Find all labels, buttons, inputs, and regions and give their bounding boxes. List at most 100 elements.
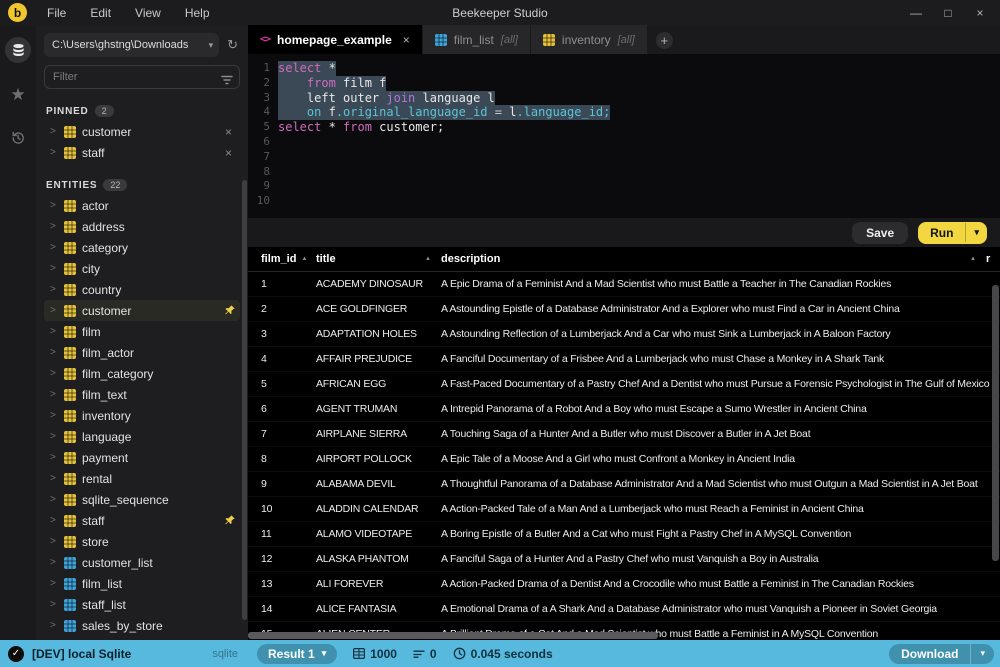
cell-description[interactable]: A Touching Saga of a Hunter And a Butler… [441,428,1000,440]
refresh-icon[interactable]: ↻ [225,37,240,53]
close-button[interactable]: × [966,4,994,22]
table-row[interactable]: 13ALI FOREVERA Action-Packed Drama of a … [248,572,1000,597]
cell-description[interactable]: A Astounding Epistle of a Database Admin… [441,303,1000,315]
filter-input[interactable] [44,65,240,89]
table-row[interactable]: 7AIRPLANE SIERRAA Touching Saga of a Hun… [248,422,1000,447]
entity-item-address[interactable]: >address [44,216,240,237]
chevron-right-icon[interactable]: > [50,599,58,610]
menu-view[interactable]: View [125,4,171,22]
unpin-icon[interactable]: × [221,125,236,139]
cell-title[interactable]: AIRPORT POLLOCK [316,453,441,465]
cell-film-id[interactable]: 12 [248,553,316,565]
cell-description[interactable]: A Action-Packed Tale of a Man And a Lumb… [441,503,1000,515]
cell-film-id[interactable]: 14 [248,603,316,615]
cell-title[interactable]: ALI FOREVER [316,578,441,590]
maximize-button[interactable]: □ [934,4,962,22]
entity-item-staff_list[interactable]: >staff_list [44,594,240,615]
cell-film-id[interactable]: 3 [248,328,316,340]
entity-item-actor[interactable]: >actor [44,195,240,216]
chevron-right-icon[interactable]: > [50,494,58,505]
table-row[interactable]: 1ACADEMY DINOSAURA Epic Drama of a Femin… [248,272,1000,297]
cell-film-id[interactable]: 6 [248,403,316,415]
column-header-description[interactable]: description ▲ [441,253,986,265]
cell-film-id[interactable]: 7 [248,428,316,440]
cell-description[interactable]: A Intrepid Panorama of a Robot And a Boy… [441,403,1000,415]
cell-title[interactable]: AFRICAN EGG [316,378,441,390]
entity-item-rental[interactable]: >rental [44,468,240,489]
cell-description[interactable]: A Epic Drama of a Feminist And a Mad Sci… [441,278,1000,290]
cell-description[interactable]: A Fanciful Saga of a Hunter And a Pastry… [441,553,1000,565]
cell-film-id[interactable]: 2 [248,303,316,315]
horizontal-scrollbar[interactable] [248,632,658,639]
save-button[interactable]: Save [852,222,908,244]
entity-item-category[interactable]: >category [44,237,240,258]
entity-item-country[interactable]: >country [44,279,240,300]
cell-title[interactable]: ALASKA PHANTOM [316,553,441,565]
cell-film-id[interactable]: 5 [248,378,316,390]
cell-description[interactable]: A Thoughtful Panorama of a Database Admi… [441,478,1000,490]
cell-film-id[interactable]: 1 [248,278,316,290]
table-row[interactable]: 14ALICE FANTASIAA Emotional Drama of a A… [248,597,1000,622]
menu-file[interactable]: File [37,4,76,22]
column-header-film-id[interactable]: film_id ▲ [248,253,316,265]
tab-inventory[interactable]: inventory[all] [531,25,647,54]
pinned-item-staff[interactable]: >staff× [44,142,240,163]
entity-item-sqlite_sequence[interactable]: >sqlite_sequence [44,489,240,510]
entity-item-city[interactable]: >city [44,258,240,279]
entity-item-inventory[interactable]: >inventory [44,405,240,426]
cell-film-id[interactable]: 13 [248,578,316,590]
cell-title[interactable]: ALICE FANTASIA [316,603,441,615]
database-panel-icon[interactable] [5,37,31,63]
cell-title[interactable]: ALAMO VIDEOTAPE [316,528,441,540]
cell-description[interactable]: A Epic Tale of a Moose And a Girl who mu… [441,453,1000,465]
tab-film_list[interactable]: film_list[all] [423,25,530,54]
sql-editor[interactable]: 1select *2 from film f3 left outer join … [248,54,1000,218]
cell-title[interactable]: ALADDIN CALENDAR [316,503,441,515]
chevron-right-icon[interactable]: > [50,242,58,253]
chevron-right-icon[interactable]: > [50,263,58,274]
entity-item-film_actor[interactable]: >film_actor [44,342,240,363]
run-button[interactable]: Run ▾ [918,222,987,244]
minimize-button[interactable]: — [902,4,930,22]
table-row[interactable]: 6AGENT TRUMANA Intrepid Panorama of a Ro… [248,397,1000,422]
table-row[interactable]: 11ALAMO VIDEOTAPEA Boring Epistle of a B… [248,522,1000,547]
entity-item-film_text[interactable]: >film_text [44,384,240,405]
cell-title[interactable]: ACE GOLDFINGER [316,303,441,315]
chevron-right-icon[interactable]: > [50,620,58,631]
cell-description[interactable]: A Action-Packed Drama of a Dentist And a… [441,578,1000,590]
chevron-right-icon[interactable]: > [50,431,58,442]
table-row[interactable]: 2ACE GOLDFINGERA Astounding Epistle of a… [248,297,1000,322]
download-options-caret-icon[interactable]: ▾ [970,644,994,664]
run-options-caret-icon[interactable]: ▾ [965,223,987,242]
cell-film-id[interactable]: 4 [248,353,316,365]
new-tab-button[interactable]: + [656,32,673,49]
chevron-right-icon[interactable]: > [50,452,58,463]
column-header-title[interactable]: title ▲ [316,253,441,265]
tab-homepage_example[interactable]: <>homepage_example× [248,25,422,54]
sort-asc-icon[interactable]: ▲ [970,256,976,262]
entity-item-film[interactable]: >film [44,321,240,342]
sidebar-scrollbar[interactable] [242,180,247,620]
cell-title[interactable]: ADAPTATION HOLES [316,328,441,340]
table-row[interactable]: 9ALABAMA DEVILA Thoughtful Panorama of a… [248,472,1000,497]
cell-title[interactable]: AGENT TRUMAN [316,403,441,415]
chevron-right-icon[interactable]: > [50,389,58,400]
cell-film-id[interactable]: 8 [248,453,316,465]
chevron-right-icon[interactable]: > [50,221,58,232]
chevron-right-icon[interactable]: > [50,515,58,526]
entity-item-film_category[interactable]: >film_category [44,363,240,384]
table-row[interactable]: 5AFRICAN EGGA Fast-Paced Documentary of … [248,372,1000,397]
table-row[interactable]: 3ADAPTATION HOLESA Astounding Reflection… [248,322,1000,347]
entity-item-customer[interactable]: >customer [44,300,240,321]
connection-select[interactable]: C:\Users\ghstng\Downloads ▾ [44,33,219,57]
history-icon[interactable] [5,125,31,151]
chevron-right-icon[interactable]: > [50,347,58,358]
cell-title[interactable]: ALABAMA DEVIL [316,478,441,490]
sort-asc-icon[interactable]: ▲ [425,256,431,262]
chevron-right-icon[interactable]: > [50,284,58,295]
favorites-icon[interactable]: ★ [5,81,31,107]
cell-description[interactable]: A Boring Epistle of a Butler And a Cat w… [441,528,1000,540]
entity-item-customer_list[interactable]: >customer_list [44,552,240,573]
table-row[interactable]: 8AIRPORT POLLOCKA Epic Tale of a Moose A… [248,447,1000,472]
sort-asc-icon[interactable]: ▲ [301,256,307,262]
